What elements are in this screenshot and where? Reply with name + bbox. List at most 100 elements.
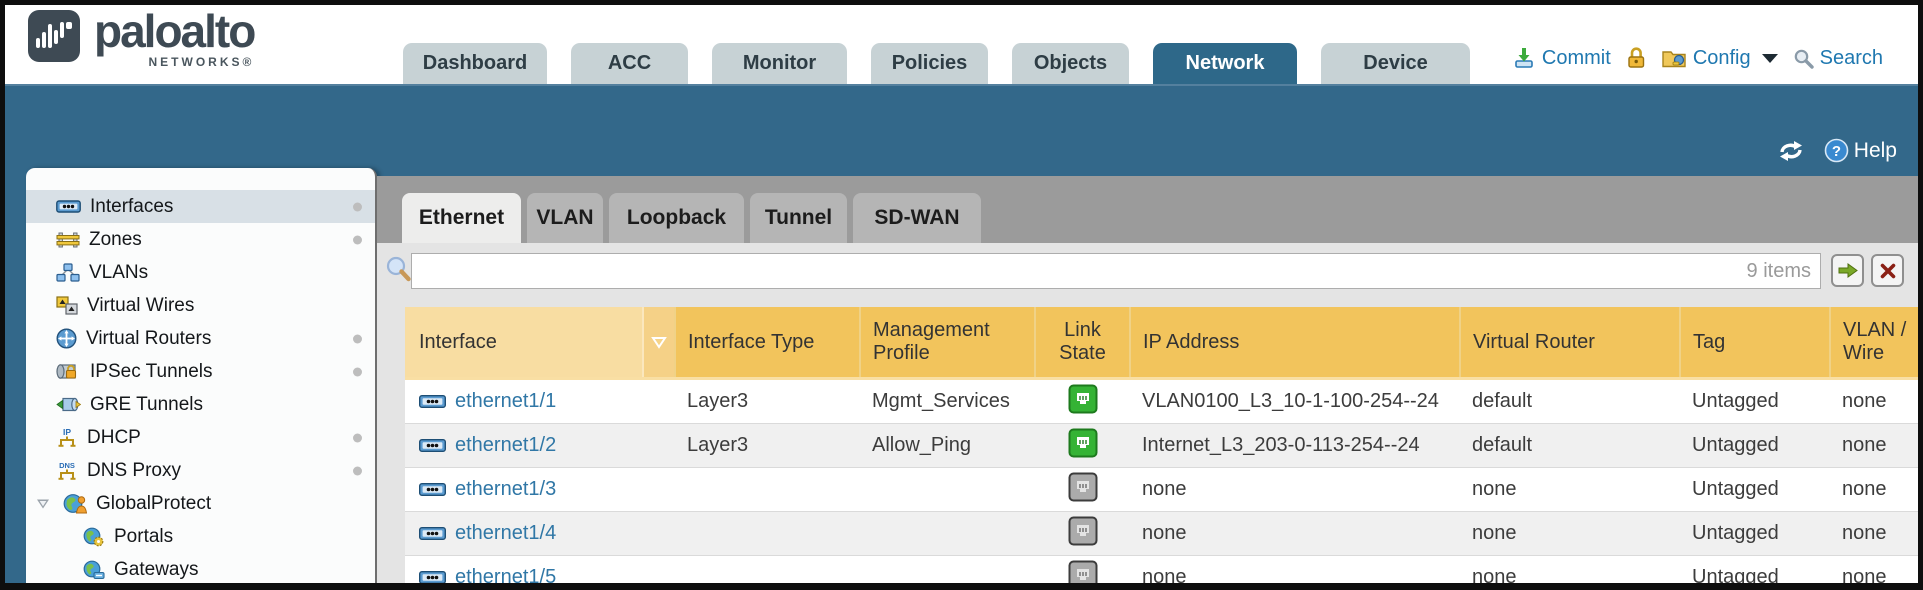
ethernet-port-icon (419, 570, 446, 585)
nav-tab-acc[interactable]: ACC (571, 43, 688, 84)
dhcp-icon: IP (56, 427, 78, 449)
search-label: Search (1820, 47, 1883, 70)
commit-button[interactable]: Commit (1512, 46, 1611, 70)
sidebar-item-vlans[interactable]: VLANs (26, 256, 375, 289)
tab-tunnel[interactable]: Tunnel (750, 193, 847, 243)
sidebar-item-label: Portals (114, 526, 173, 548)
brand-name: paloalto (94, 8, 254, 54)
sidebar-item-label: Interfaces (90, 196, 173, 218)
apply-filter-button[interactable] (1831, 254, 1864, 287)
cell-tag: Untagged (1680, 512, 1830, 556)
tab-sdwan[interactable]: SD-WAN (853, 193, 981, 243)
chevron-down-icon (1762, 54, 1778, 63)
virtual-routers-icon (56, 328, 77, 349)
cell-virtual-router: default (1460, 424, 1680, 468)
table-row: ethernet1/3 (405, 468, 1923, 512)
sidebar-item-virtual-routers[interactable]: Virtual Routers (26, 322, 375, 355)
nav-tab-dashboard[interactable]: Dashboard (403, 43, 547, 84)
sidebar-item-gateways[interactable]: Gateways (26, 553, 375, 586)
table-row: ethernet1/1 Layer3 Mgmt_Services (405, 379, 1923, 424)
filter-search-icon (385, 256, 412, 283)
cell-tag: Untagged (1680, 556, 1830, 590)
change-indicator-dot (353, 235, 362, 244)
column-header-virtual-router[interactable]: Virtual Router (1460, 307, 1680, 379)
change-indicator-dot (353, 367, 362, 376)
filter-input-box (411, 253, 1821, 289)
sidebar-item-ipsec-tunnels[interactable]: IPSec Tunnels (26, 355, 375, 388)
table-row: ethernet1/5 (405, 556, 1923, 590)
nav-tab-objects[interactable]: Objects (1012, 43, 1129, 84)
cell-tag: Untagged (1680, 468, 1830, 512)
sidebar-item-virtual-wires[interactable]: Virtual Wires (26, 289, 375, 322)
column-header-ip-address[interactable]: IP Address (1130, 307, 1460, 379)
cell-ip-address: Internet_L3_203-0-113-254--24 (1130, 424, 1460, 468)
cell-ip-address: none (1130, 556, 1460, 590)
paloalto-logo: paloalto NETWORKS® (26, 8, 254, 69)
refresh-icon[interactable] (1776, 139, 1806, 163)
vlans-icon (56, 263, 80, 283)
cell-vlan-wire: none (1830, 512, 1923, 556)
interface-link[interactable]: ethernet1/2 (419, 434, 663, 457)
sidebar-item-label: Zones (89, 229, 142, 251)
column-header-interface-type[interactable]: Interface Type (675, 307, 860, 379)
primary-nav: Dashboard ACC Monitor Policies Objects N… (403, 43, 1470, 84)
lock-icon[interactable] (1626, 46, 1646, 70)
nav-tab-monitor[interactable]: Monitor (712, 43, 847, 84)
column-header-tag[interactable]: Tag (1680, 307, 1830, 379)
config-label: Config (1693, 47, 1751, 70)
cell-interface-type: Layer3 (675, 379, 860, 424)
interfaces-icon (56, 198, 81, 215)
search-button[interactable]: Search (1793, 47, 1883, 70)
virtual-wires-icon (56, 296, 78, 315)
content-area: Ethernet VLAN Loopback Tunnel SD-WAN 9 i… (377, 176, 1923, 590)
tab-vlan[interactable]: VLAN (527, 193, 603, 243)
column-header-vlan-wire[interactable]: VLAN / Wire (1830, 307, 1923, 379)
sidebar-item-label: GlobalProtect (96, 493, 211, 515)
cell-tag: Untagged (1680, 424, 1830, 468)
table-header-row: Interface Interface Type Management P (405, 307, 1923, 379)
column-header-management-profile[interactable]: Management Profile (860, 307, 1035, 379)
column-header-interface[interactable]: Interface (405, 307, 675, 379)
change-indicator-dot (353, 466, 362, 475)
cell-interface-type (675, 556, 860, 590)
sidebar-item-portals[interactable]: Portals (26, 520, 375, 553)
nav-tab-device[interactable]: Device (1321, 43, 1470, 84)
app-header: paloalto NETWORKS® Dashboard ACC Monitor… (0, 0, 1923, 84)
cell-virtual-router: none (1460, 468, 1680, 512)
cell-vlan-wire: none (1830, 379, 1923, 424)
clear-filter-button[interactable] (1871, 254, 1904, 287)
column-header-link-state[interactable]: Link State (1035, 307, 1130, 379)
paloalto-logo-icon (26, 8, 82, 64)
help-button[interactable]: ? Help (1824, 138, 1897, 163)
change-indicator-dot (353, 202, 362, 211)
sidebar-item-dhcp[interactable]: IP DHCP (26, 421, 375, 454)
nav-tab-policies[interactable]: Policies (871, 43, 988, 84)
interface-link[interactable]: ethernet1/4 (419, 522, 663, 545)
sidebar-item-interfaces[interactable]: Interfaces (26, 190, 375, 223)
tab-loopback[interactable]: Loopback (609, 193, 744, 243)
interface-link[interactable]: ethernet1/1 (419, 390, 663, 413)
gre-tunnels-icon (56, 396, 81, 413)
brand-sub: NETWORKS® (149, 55, 255, 69)
sidebar-item-gre-tunnels[interactable]: GRE Tunnels (26, 388, 375, 421)
sidebar-item-zones[interactable]: Zones (26, 223, 375, 256)
interface-link[interactable]: ethernet1/3 (419, 478, 663, 501)
link-state-down-icon (1068, 560, 1098, 590)
filter-input[interactable] (412, 254, 1820, 288)
sidebar-item-globalprotect[interactable]: GlobalProtect (26, 487, 375, 520)
change-indicator-dot (353, 433, 362, 442)
tab-ethernet[interactable]: Ethernet (402, 193, 521, 243)
filter-bar: 9 items (377, 243, 1923, 300)
globalprotect-icon (63, 493, 87, 514)
sidebar-item-label: GRE Tunnels (90, 394, 203, 416)
interface-link[interactable]: ethernet1/5 (419, 566, 663, 589)
nav-tab-network[interactable]: Network (1153, 43, 1297, 84)
sidebar-item-dns-proxy[interactable]: DNS DNS Proxy (26, 454, 375, 487)
config-icon (1661, 47, 1687, 69)
app-window: paloalto NETWORKS® Dashboard ACC Monitor… (0, 0, 1923, 590)
config-menu[interactable]: Config (1661, 47, 1778, 70)
cell-management-profile: Mgmt_Services (860, 379, 1035, 424)
cell-ip-address: none (1130, 468, 1460, 512)
sort-dropdown-button[interactable] (642, 307, 674, 377)
link-state-up-icon (1068, 384, 1098, 414)
